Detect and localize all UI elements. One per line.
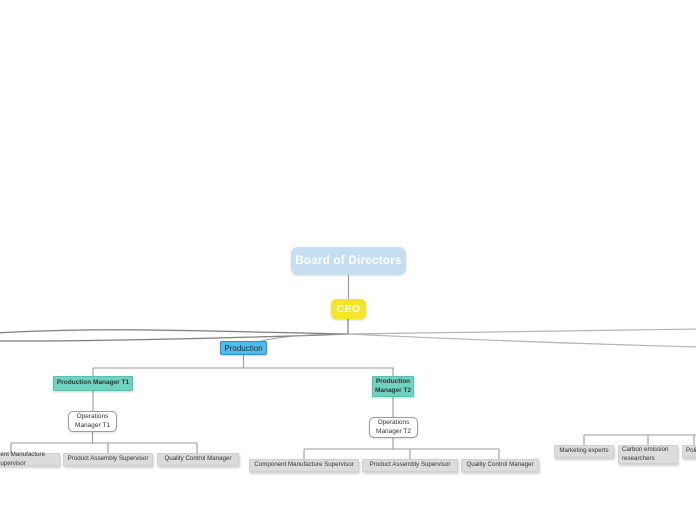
- node-label: Operations Manager T1: [75, 413, 110, 429]
- node-carbon-emission-researchers[interactable]: Carbon emission researchers: [618, 445, 678, 464]
- node-label: Quality Control Manager: [466, 461, 534, 469]
- node-label: Production Manager T2: [374, 378, 412, 394]
- node-label: Product Assembly Supervisor: [67, 455, 149, 463]
- node-production[interactable]: Production: [220, 341, 267, 355]
- node-label: Component Manufacture Supervisor: [0, 451, 46, 467]
- node-label: Production Manager T1: [56, 379, 130, 387]
- node-policy-partial[interactable]: Poli: [682, 445, 696, 458]
- node-t2-quality-control-manager[interactable]: Quality Control Manager: [461, 459, 539, 472]
- node-label: Operations Manager T2: [376, 419, 411, 435]
- node-label: CEO: [336, 303, 361, 315]
- node-label: Component Manufacture Supervisor: [254, 461, 354, 469]
- node-label: Product Assembly Supervisor: [369, 461, 451, 469]
- node-label: Marketing experts: [559, 447, 609, 455]
- node-label: Poli: [686, 447, 696, 455]
- edge-ceo-left-offscreen-2: [0, 333, 349, 342]
- node-label: Carbon emission researchers: [622, 446, 669, 462]
- node-label: Quality Control Manager: [164, 455, 232, 463]
- node-t2-product-assembly-supervisor[interactable]: Product Assembly Supervisor: [362, 459, 458, 472]
- node-production-manager-t2[interactable]: Production Manager T2: [372, 376, 414, 397]
- node-t1-product-assembly-supervisor[interactable]: Product Assembly Supervisor: [63, 453, 153, 466]
- node-marketing-experts[interactable]: Marketing experts: [554, 445, 614, 458]
- node-t1-component-manufacture-supervisor[interactable]: Component Manufacture Supervisor: [0, 451, 60, 467]
- edge-ceo-left-offscreen: [0, 319, 349, 335]
- edge-ceo-right-offscreen-2: [347, 333, 696, 348]
- node-production-manager-t1[interactable]: Production Manager T1: [53, 376, 133, 391]
- org-chart-canvas[interactable]: Board of Directors CEO Production Produc…: [0, 0, 696, 520]
- node-operations-manager-t1[interactable]: Operations Manager T1: [68, 411, 117, 432]
- node-t1-quality-control-manager[interactable]: Quality Control Manager: [157, 453, 239, 466]
- node-label: Production: [224, 343, 263, 353]
- node-t2-component-manufacture-supervisor[interactable]: Component Manufacture Supervisor: [249, 459, 359, 472]
- edge-ceo-right-offscreen: [347, 328, 696, 335]
- node-ceo[interactable]: CEO: [331, 299, 366, 319]
- node-operations-manager-t2[interactable]: Operations Manager T2: [369, 417, 418, 438]
- node-label: Board of Directors: [295, 255, 402, 267]
- node-board-of-directors[interactable]: Board of Directors: [291, 247, 406, 275]
